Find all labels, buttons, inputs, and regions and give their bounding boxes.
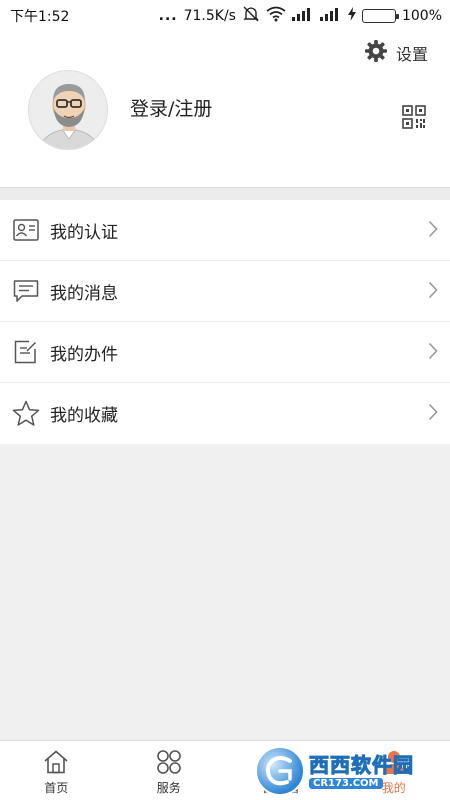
signal-icon-2: [319, 7, 342, 25]
signal-icon: [291, 7, 314, 25]
menu-item-applications[interactable]: 我的办件: [0, 322, 450, 383]
chevron-right-icon: [428, 342, 438, 364]
mute-icon: [242, 6, 260, 26]
avatar[interactable]: [28, 70, 108, 150]
settings-button[interactable]: 设置: [364, 39, 428, 67]
status-indicators: ... 71.5K/s 100%: [159, 6, 442, 26]
battery-percent: 100%: [401, 8, 442, 24]
nav-item-mine[interactable]: 我的: [338, 741, 450, 800]
chevron-right-icon: [428, 220, 438, 242]
home-icon: [43, 748, 69, 776]
message-icon: [12, 277, 40, 305]
nav-label: 服务: [156, 781, 181, 795]
grid-icon: [156, 748, 182, 776]
menu-list: 我的认证 我的消息 我的办件 我的收藏: [0, 200, 450, 444]
wifi-icon: [266, 6, 286, 26]
brand-icon: [268, 748, 294, 776]
nav-item-home[interactable]: 首页: [0, 741, 113, 800]
menu-item-favorites[interactable]: 我的收藏: [0, 383, 450, 444]
menu-item-messages[interactable]: 我的消息: [0, 261, 450, 322]
menu-item-label: 我的办件: [50, 344, 118, 365]
bottom-nav: 首页 服务 品牌谱 我的: [0, 740, 450, 800]
gear-icon: [364, 39, 388, 67]
nav-label: 品牌谱: [263, 781, 300, 795]
star-icon: [12, 400, 40, 428]
nav-item-brand[interactable]: 品牌谱: [225, 741, 338, 800]
id-card-icon: [12, 216, 40, 244]
nav-item-services[interactable]: 服务: [113, 741, 226, 800]
menu-item-label: 我的收藏: [50, 406, 118, 426]
network-speed: 71.5K/s: [183, 8, 236, 24]
status-time: 下午1:52: [10, 9, 70, 25]
nav-label: 我的: [381, 781, 406, 795]
menu-item-label: 我的认证: [50, 222, 118, 243]
status-bar: 下午1:52 ... 71.5K/s 100%: [0, 0, 450, 32]
menu-item-label: 我的消息: [50, 283, 118, 304]
chevron-right-icon: [428, 403, 438, 425]
menu-item-certification[interactable]: 我的认证: [0, 200, 450, 261]
section-divider: [0, 187, 450, 200]
chevron-right-icon: [428, 281, 438, 303]
nav-label: 首页: [44, 781, 69, 795]
profile-header: 设置 登录/注册: [0, 32, 450, 187]
battery-icon: [361, 9, 399, 23]
qr-code-icon[interactable]: [402, 105, 426, 133]
login-register-link[interactable]: 登录/注册: [130, 94, 212, 121]
person-icon: [381, 748, 407, 776]
notification-dots: ...: [158, 8, 178, 24]
avatar-illustration: [29, 71, 107, 149]
settings-label: 设置: [395, 45, 428, 64]
charging-icon: [347, 7, 356, 25]
document-icon: [12, 338, 40, 366]
